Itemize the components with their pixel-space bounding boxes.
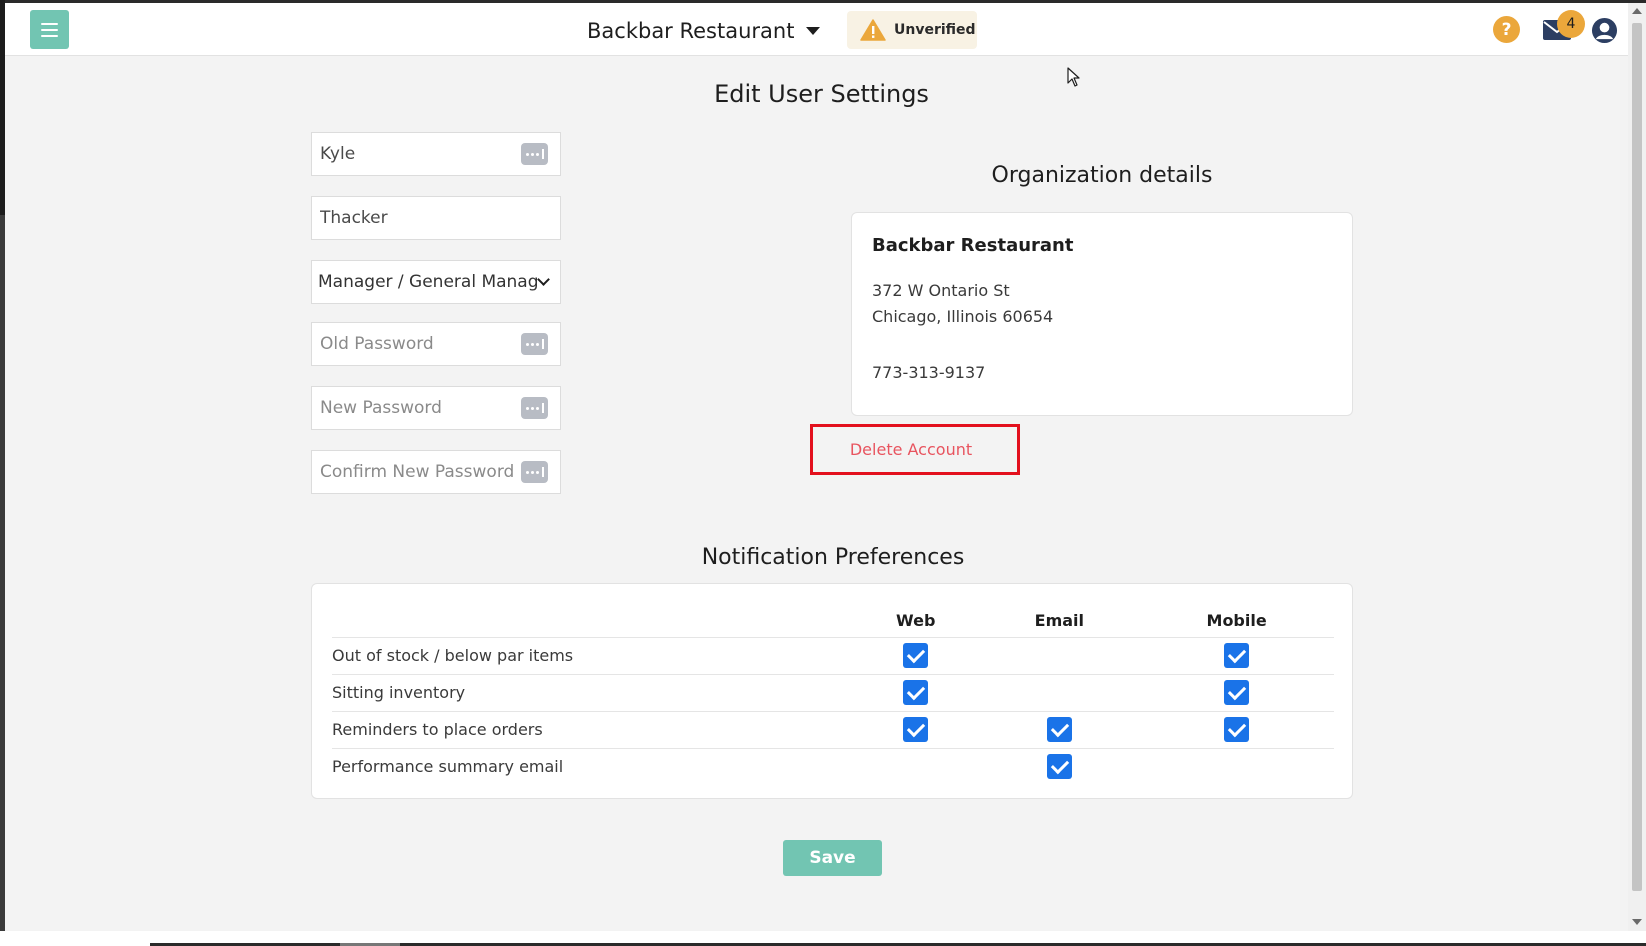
organization-phone: 773-313-9137 [872,363,986,382]
mobile-cell [1139,673,1334,711]
notification-preferences-heading: Notification Preferences [701,545,965,570]
delete-account-button[interactable]: Delete Account [810,424,1020,475]
vertical-scrollbar[interactable] [1628,3,1646,931]
web-checkbox[interactable] [903,643,929,668]
mail-count-badge[interactable]: 4 [1557,10,1585,38]
app-container: Backbar Restaurant Unverified ? 4 Edit U… [5,3,1628,931]
organization-address-line2: Chicago, Illinois 60654 [872,307,1054,326]
column-header-mobile: Mobile [1206,610,1267,630]
notification-preferences-card: Web Email Mobile Out of stock / below pa… [311,583,1353,799]
unverified-label: Unverified [894,22,976,38]
delete-account-label: Delete Account [849,440,973,459]
window-bottom-edge [0,931,1646,946]
web-cell [852,710,980,748]
save-button[interactable]: Save [783,840,882,876]
organization-address-line1: 372 W Ontario St [872,281,1010,300]
mobile-cell [1139,710,1334,748]
password-manager-icon[interactable] [521,143,548,165]
header-label-col [332,604,852,637]
organization-heading: Organization details [991,163,1213,188]
email-cell[interactable] [979,636,1140,674]
email-cell [979,747,1140,785]
help-icon[interactable]: ? [1493,16,1520,43]
password-manager-icon[interactable] [521,397,548,419]
warning-triangle-icon [860,19,886,41]
mobile-checkbox[interactable] [1224,717,1250,742]
chevron-down-icon [537,273,550,286]
web-checkbox[interactable] [903,717,929,742]
row-label: Performance summary email [332,747,852,785]
row-label: Sitting inventory [332,673,852,711]
user-circle-icon[interactable] [1591,17,1618,44]
web-checkbox[interactable] [903,680,929,705]
top-navbar: Backbar Restaurant Unverified ? 4 [5,3,1628,56]
email-checkbox[interactable] [1046,754,1072,780]
column-header-web: Web [896,610,936,630]
mobile-cell[interactable] [1139,747,1334,785]
password-manager-icon[interactable] [521,333,548,355]
row-label: Reminders to place orders [332,710,852,748]
org-switcher[interactable]: Backbar Restaurant [587,16,821,46]
last-name-input[interactable] [312,197,560,239]
organization-name: Backbar Restaurant [872,235,1074,256]
role-select-value: Manager / General Manag [318,272,539,292]
email-cell[interactable] [979,673,1140,711]
unverified-status-badge[interactable]: Unverified [847,11,977,49]
notification-table: Web Email Mobile Out of stock / below pa… [332,604,1334,785]
table-row: Out of stock / below par items [332,636,1334,674]
scroll-up-icon[interactable] [1632,8,1642,14]
confirm-password-input[interactable] [312,451,521,493]
organization-card: Backbar Restaurant 372 W Ontario St Chic… [851,212,1353,416]
web-cell [852,636,980,674]
column-header-email: Email [1034,610,1085,630]
web-cell [852,673,980,711]
new-password-input[interactable] [312,387,521,429]
role-select[interactable]: Manager / General Manag [311,260,561,304]
web-cell[interactable] [852,747,980,785]
password-manager-icon[interactable] [521,461,548,483]
mouse-cursor-icon [1067,67,1080,87]
old-password-input[interactable] [312,323,521,365]
notification-header-row: Web Email Mobile [332,604,1334,637]
mobile-checkbox[interactable] [1224,680,1250,705]
email-cell [979,710,1140,748]
email-checkbox[interactable] [1046,717,1072,742]
mobile-checkbox[interactable] [1224,643,1250,668]
old-password-field [311,322,561,366]
hamburger-icon[interactable] [30,10,69,49]
caret-down-icon [806,27,821,35]
row-label: Out of stock / below par items [332,636,852,674]
table-row: Sitting inventory [332,673,1334,711]
first-name-field [311,132,561,176]
table-row: Performance summary email [332,747,1334,785]
scrollbar-thumb[interactable] [1632,23,1642,891]
last-name-field [311,196,561,240]
new-password-field [311,386,561,430]
page-title: Edit User Settings [714,80,929,108]
first-name-input[interactable] [312,133,521,175]
scroll-down-icon[interactable] [1632,919,1642,925]
confirm-password-field [311,450,561,494]
mobile-cell [1139,636,1334,674]
org-switcher-name: Backbar Restaurant [587,19,795,43]
table-row: Reminders to place orders [332,710,1334,748]
